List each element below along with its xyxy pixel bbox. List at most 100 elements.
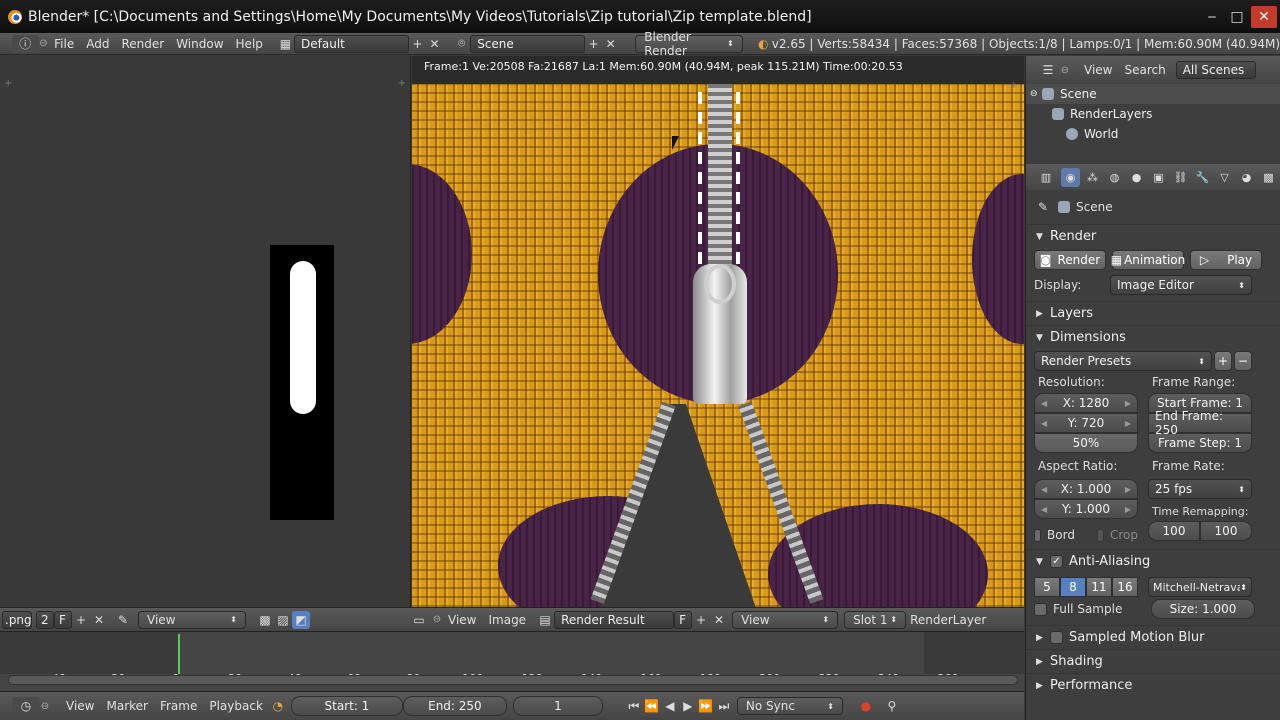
add-preset-button[interactable]: + — [1214, 351, 1232, 371]
menu-image[interactable]: Image — [482, 611, 532, 629]
menu-frame[interactable]: Frame — [154, 697, 203, 715]
image-users-count[interactable]: 2 — [36, 610, 54, 629]
outliner-item-scene[interactable]: ⊖ Scene — [1026, 84, 1280, 104]
draw-channels-rgb-icon[interactable]: ▩ — [256, 611, 274, 629]
render-result-view[interactable]: Frame:1 Ve:20508 Fa:21687 La:1 Mem:60.90… — [412, 56, 1024, 607]
menu-view[interactable]: View — [442, 611, 482, 629]
keying-icon[interactable]: ⚲ — [883, 697, 901, 715]
play-icon[interactable]: ▶ — [679, 697, 697, 715]
pin-icon[interactable]: ✎ — [1034, 198, 1052, 216]
play-button[interactable]: ▷ Play — [1190, 250, 1262, 270]
panel-anti-aliasing[interactable]: ▼ ✓ Anti-Aliasing — [1026, 549, 1280, 573]
draw-channels-alpha-icon[interactable]: ▨ — [274, 611, 292, 629]
resolution-percent-slider[interactable]: 50% — [1034, 433, 1138, 453]
maximize-button[interactable]: □ — [1226, 6, 1248, 28]
start-frame-field[interactable]: Start: 1 — [290, 696, 403, 716]
collapse-menus-icon[interactable]: ⊖ — [40, 701, 50, 712]
decrement-arrow-icon[interactable]: ◀ — [1041, 485, 1047, 494]
aa-samples-8[interactable]: 8 — [1060, 577, 1086, 597]
menu-file[interactable]: File — [48, 35, 80, 53]
view-mode-dropdown[interactable]: View ⬍ — [732, 610, 839, 629]
outliner-item-world[interactable]: World — [1026, 124, 1280, 144]
timeline-area[interactable]: -40-200204060801001201401601802002202402… — [0, 631, 1024, 691]
current-frame-indicator[interactable] — [178, 634, 180, 674]
collapse-icon[interactable]: ⊖ — [1030, 89, 1042, 99]
panel-layers[interactable]: ▶ Layers — [1026, 301, 1280, 325]
panel-dimensions[interactable]: ▼ Dimensions — [1026, 325, 1280, 349]
outliner-item-renderlayers[interactable]: RenderLayers — [1026, 104, 1280, 124]
editor-type-info-icon[interactable]: ⓘ — [12, 34, 39, 53]
menu-render[interactable]: Render — [115, 35, 170, 53]
remove-preset-button[interactable]: − — [1234, 351, 1252, 371]
render-button[interactable]: ◙ Render — [1034, 250, 1106, 270]
new-image-icon[interactable]: + — [692, 611, 710, 629]
fake-user-toggle[interactable]: F — [54, 610, 72, 629]
border-checkbox[interactable] — [1034, 528, 1042, 542]
remap-old-field[interactable]: 100 — [1148, 521, 1200, 541]
menu-add[interactable]: Add — [80, 35, 115, 53]
tab-data[interactable]: ▽ — [1215, 168, 1234, 187]
crop-checkbox[interactable] — [1096, 528, 1104, 542]
panel-sampled-motion-blur[interactable]: ▶ Sampled Motion Blur — [1026, 625, 1280, 649]
decrement-arrow-icon[interactable]: ◀ — [1041, 419, 1047, 428]
end-frame-field[interactable]: End Frame: 250 — [1148, 409, 1252, 437]
editor-type-properties-icon[interactable]: ▥ — [1034, 168, 1058, 187]
editor-type-image-icon[interactable]: ▭ — [406, 611, 432, 629]
tab-scene[interactable]: ◍ — [1105, 168, 1124, 187]
jump-prev-keyframe-icon[interactable]: ⏪ — [643, 697, 661, 715]
area-split-corner-icon[interactable]: + — [398, 78, 406, 89]
menu-playback[interactable]: Playback — [203, 697, 269, 715]
resolution-x-field[interactable]: ◀ X: 1280 ▶ — [1034, 393, 1138, 413]
minimize-button[interactable]: ‒ — [1201, 6, 1223, 28]
menu-window[interactable]: Window — [170, 35, 229, 53]
new-image-icon[interactable]: + — [72, 611, 90, 629]
decrement-arrow-icon[interactable]: ◀ — [1041, 399, 1047, 408]
scene-icon[interactable]: ⌾ — [453, 35, 470, 53]
add-layout-icon[interactable]: + — [409, 35, 426, 53]
tab-material[interactable]: ◕ — [1237, 168, 1256, 187]
aa-samples-16[interactable]: 16 — [1112, 577, 1138, 597]
aspect-x-field[interactable]: ◀ X: 1.000 ▶ — [1034, 479, 1138, 499]
timeline-scrollbar[interactable] — [8, 675, 1018, 685]
render-engine-dropdown[interactable]: Blender Render ⬍ — [635, 30, 743, 58]
menu-marker[interactable]: Marker — [100, 697, 153, 715]
menu-search[interactable]: Search — [1118, 61, 1171, 79]
aa-samples-11[interactable]: 11 — [1086, 577, 1112, 597]
record-icon[interactable]: ● — [857, 697, 875, 715]
render-presets-dropdown[interactable]: Render Presets ⬍ — [1034, 351, 1212, 371]
frame-step-field[interactable]: Frame Step: 1 — [1148, 433, 1252, 453]
tab-modifiers[interactable]: 🔧 — [1193, 168, 1212, 187]
end-frame-field[interactable]: End: 250 — [402, 696, 507, 716]
tab-world[interactable]: ● — [1127, 168, 1146, 187]
animation-button[interactable]: ▦ Animation — [1111, 250, 1185, 270]
increment-arrow-icon[interactable]: ▶ — [1125, 505, 1131, 514]
display-mode-dropdown[interactable]: All Scenes — [1175, 61, 1256, 79]
area-split-corner-icon[interactable]: + — [4, 78, 12, 89]
layout-field[interactable]: Default — [294, 34, 409, 53]
aa-samples-5[interactable]: 5 — [1034, 577, 1060, 597]
menu-help[interactable]: Help — [230, 35, 269, 53]
decrement-arrow-icon[interactable]: ◀ — [1041, 505, 1047, 514]
menu-view[interactable]: View — [1078, 61, 1118, 79]
panel-performance[interactable]: ▶ Performance — [1026, 673, 1280, 697]
preview-range-icon[interactable]: ◔ — [269, 697, 287, 715]
jump-next-keyframe-icon[interactable]: ⏩ — [697, 697, 715, 715]
editor-type-timeline-icon[interactable]: ◷ — [12, 697, 40, 715]
image-preview-area[interactable]: + + — [0, 56, 411, 607]
render-layer-dropdown[interactable]: RenderLayer — [906, 611, 992, 629]
aa-filter-dropdown[interactable]: Mitchell-Netravali ⬍ — [1148, 577, 1252, 597]
resolution-y-field[interactable]: ◀ Y: 720 ▶ — [1034, 413, 1138, 433]
tab-constraints[interactable]: ⛓ — [1171, 168, 1190, 187]
aspect-y-field[interactable]: ◀ Y: 1.000 ▶ — [1034, 499, 1138, 519]
increment-arrow-icon[interactable]: ▶ — [1125, 399, 1131, 408]
tab-render[interactable]: ◉ — [1061, 167, 1080, 187]
increment-arrow-icon[interactable]: ▶ — [1125, 485, 1131, 494]
jump-start-icon[interactable]: ⏮ — [625, 697, 643, 715]
anti-aliasing-checkbox[interactable]: ✓ — [1050, 555, 1063, 568]
panel-shading[interactable]: ▶ Shading — [1026, 649, 1280, 673]
screen-layout-icon[interactable]: ▦ — [277, 35, 294, 53]
collapse-menus-icon[interactable]: ⊖ — [432, 614, 442, 625]
tab-object[interactable]: ▣ — [1149, 168, 1168, 187]
fake-user-toggle[interactable]: F — [674, 610, 693, 629]
tab-render-layers[interactable]: ⁂ — [1083, 168, 1102, 187]
